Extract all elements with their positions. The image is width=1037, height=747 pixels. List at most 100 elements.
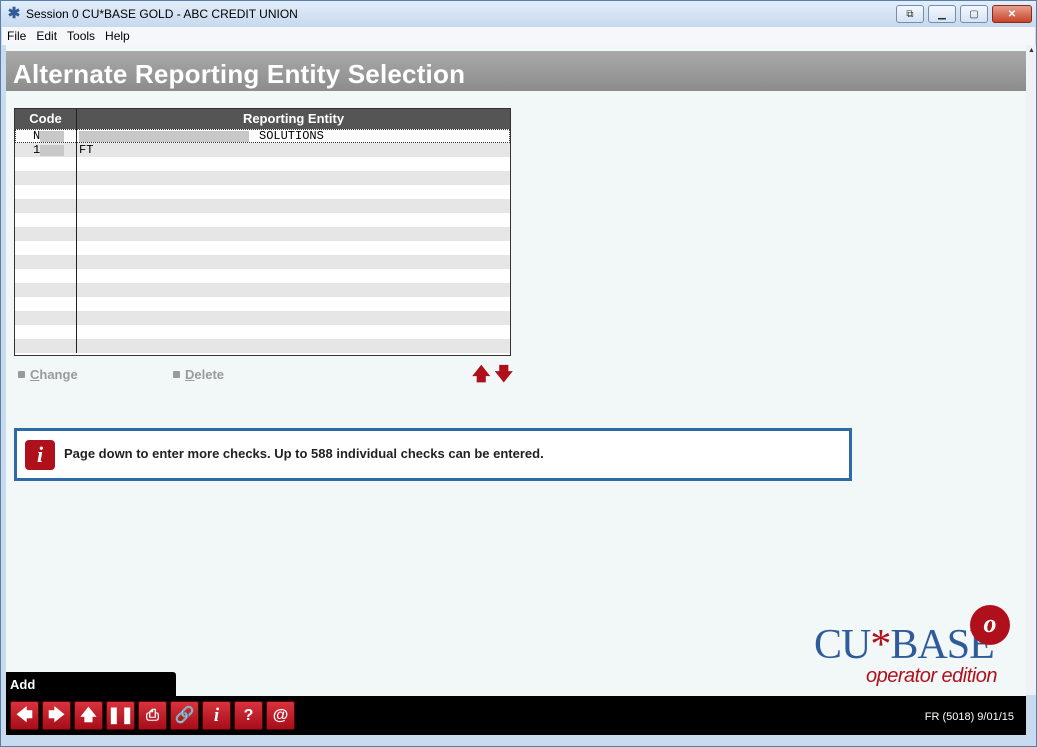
- bullet-icon: [18, 371, 25, 378]
- maximize-icon: ▢: [969, 8, 979, 20]
- close-button[interactable]: ✕: [992, 5, 1032, 23]
- table-row: [15, 213, 510, 227]
- table-row: [15, 185, 510, 199]
- code-cell: [15, 283, 77, 297]
- code-cell: [15, 297, 77, 311]
- entity-cell: [77, 157, 510, 171]
- minimize-button[interactable]: ▁: [928, 5, 956, 23]
- info-message-text: Page down to enter more checks. Up to 58…: [64, 446, 544, 461]
- column-header-entity[interactable]: Reporting Entity: [77, 109, 510, 129]
- info-icon: i: [25, 440, 55, 470]
- code-cell: [15, 157, 77, 171]
- table-body: N SOLUTIONS 1 FT: [15, 129, 510, 355]
- scroll-arrows: 🡅 🡇: [472, 365, 513, 383]
- close-icon: ✕: [1007, 8, 1017, 20]
- help-icon: ?: [243, 707, 254, 724]
- entity-cell: [77, 297, 510, 311]
- table-row: [15, 325, 510, 339]
- table-row[interactable]: N SOLUTIONS: [15, 129, 510, 143]
- up-arrow-icon: 🡅: [80, 707, 97, 724]
- table-row: [15, 227, 510, 241]
- scroll-up-icon[interactable]: ▲: [1026, 45, 1037, 56]
- code-value: N: [33, 129, 41, 143]
- maximize-button[interactable]: ▢: [960, 5, 988, 23]
- delete-label: elete: [194, 367, 225, 382]
- logo-edition: operator edition: [866, 665, 997, 687]
- table-row: [15, 269, 510, 283]
- menu-help[interactable]: Help: [100, 29, 135, 43]
- redacted-block: [40, 130, 65, 142]
- title-bar[interactable]: ✱ Session 0 CU*BASE GOLD - ABC CREDIT UN…: [1, 1, 1036, 27]
- code-value: 1: [33, 143, 41, 157]
- menu-file[interactable]: File: [2, 29, 31, 43]
- table-row: [15, 171, 510, 185]
- code-cell: [15, 269, 77, 283]
- print-button[interactable]: ⎙: [138, 701, 167, 730]
- info-icon: i: [213, 705, 220, 726]
- window-title: Session 0 CU*BASE GOLD - ABC CREDIT UNIO…: [26, 7, 298, 21]
- code-cell: [15, 241, 77, 255]
- entity-cell: [77, 213, 510, 227]
- info-button[interactable]: i: [202, 701, 231, 730]
- client-area: Alternate Reporting Entity Selection Cod…: [6, 45, 1026, 735]
- bullet-icon: [173, 371, 180, 378]
- page-header: Alternate Reporting Entity Selection: [6, 51, 1026, 91]
- table-row: [15, 283, 510, 297]
- window-controls: ⧉ ▁ ▢ ✕: [896, 5, 1032, 23]
- entity-cell: [77, 325, 510, 339]
- column-header-code[interactable]: Code: [15, 109, 77, 129]
- entity-cell: SOLUTIONS: [77, 129, 510, 143]
- at-button[interactable]: @: [266, 701, 295, 730]
- print-icon: ⎙: [146, 707, 159, 724]
- code-cell: 1: [15, 143, 77, 157]
- vertical-scrollbar[interactable]: ▲: [1025, 45, 1036, 695]
- restore-button[interactable]: ⧉: [896, 5, 924, 23]
- code-cell: [15, 199, 77, 213]
- code-cell: [15, 227, 77, 241]
- entity-cell: [77, 269, 510, 283]
- code-cell: [15, 171, 77, 185]
- code-cell: [15, 213, 77, 227]
- delete-button[interactable]: Delete: [173, 367, 224, 382]
- link-icon: 🔗: [174, 707, 195, 724]
- table-row: [15, 255, 510, 269]
- change-label: hange: [39, 367, 78, 382]
- change-button[interactable]: Change: [18, 367, 78, 382]
- menu-tools[interactable]: Tools: [62, 29, 100, 43]
- link-button[interactable]: 🔗: [170, 701, 199, 730]
- forward-arrow-icon: 🡆: [48, 707, 65, 724]
- up-arrow-button[interactable]: 🡅: [74, 701, 103, 730]
- pause-button[interactable]: ❚❚: [106, 701, 135, 730]
- delete-hotkey: D: [185, 367, 195, 382]
- table-row: [15, 157, 510, 171]
- table-row: [15, 297, 510, 311]
- forward-arrow-button[interactable]: 🡆: [42, 701, 71, 730]
- table-row[interactable]: 1 FT: [15, 143, 510, 157]
- table-row: [15, 199, 510, 213]
- gear-badge-icon: o: [970, 605, 1010, 645]
- menu-edit[interactable]: Edit: [31, 29, 62, 43]
- page-title: Alternate Reporting Entity Selection: [13, 59, 466, 89]
- table-row: [15, 339, 510, 353]
- page-down-arrow-icon[interactable]: 🡇: [495, 365, 514, 383]
- toolbar-buttons: 🡄 🡆 🡅 ❚❚ ⎙ 🔗 i? @: [10, 701, 295, 730]
- back-arrow-button[interactable]: 🡄: [10, 701, 39, 730]
- app-window: ✱ Session 0 CU*BASE GOLD - ABC CREDIT UN…: [0, 0, 1037, 747]
- entity-table: Code Reporting Entity N SOLUTIONS 1 FT: [14, 108, 511, 356]
- add-button[interactable]: Add: [6, 672, 176, 696]
- table-row: [15, 311, 510, 325]
- entity-cell: [77, 185, 510, 199]
- code-cell: [15, 185, 77, 199]
- entity-cell: [77, 283, 510, 297]
- table-header: Code Reporting Entity: [15, 109, 510, 129]
- status-text: FR (5018) 9/01/15: [924, 711, 1014, 723]
- info-message-box: i Page down to enter more checks. Up to …: [14, 428, 852, 481]
- page-up-arrow-icon[interactable]: 🡅: [472, 365, 491, 383]
- cubase-star-icon: ✱: [7, 5, 21, 22]
- entity-value: FT: [79, 143, 94, 157]
- help-button[interactable]: ?: [234, 701, 263, 730]
- entity-cell: [77, 171, 510, 185]
- entity-cell: FT: [77, 143, 510, 157]
- logo-wordmark: CU*BASE: [814, 622, 995, 668]
- code-cell: [15, 255, 77, 269]
